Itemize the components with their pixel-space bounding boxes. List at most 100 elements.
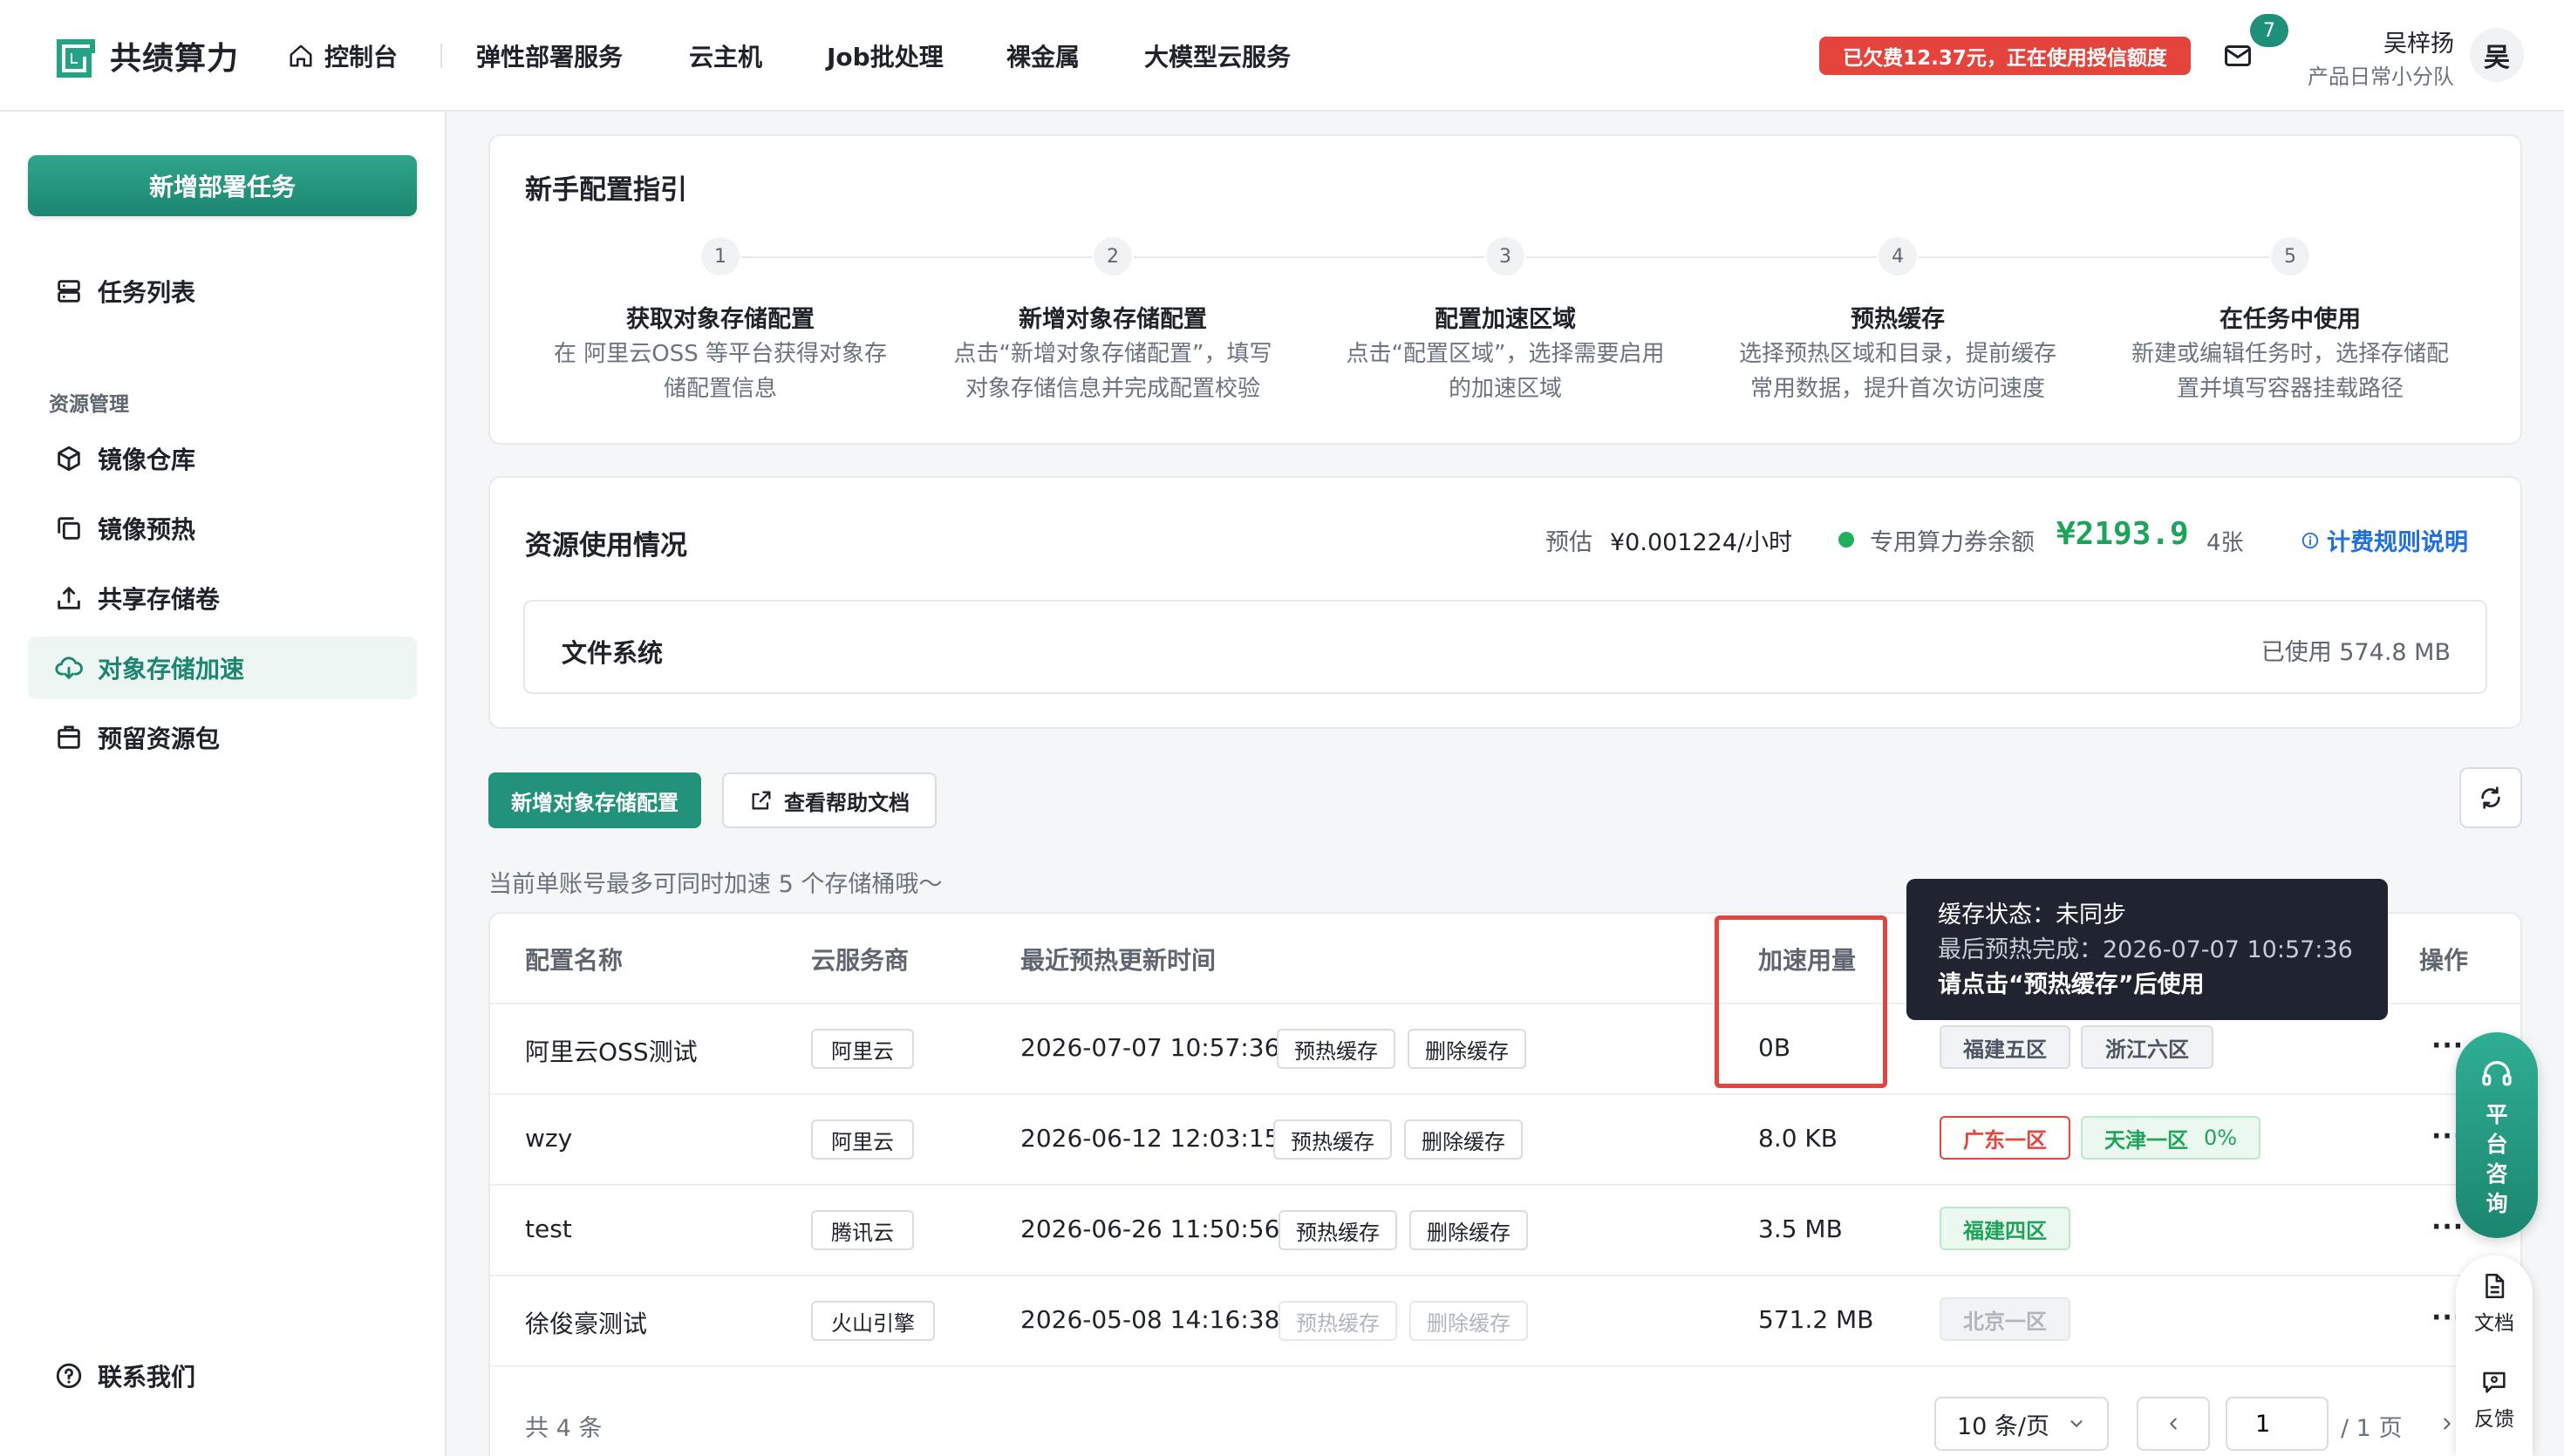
step-description: 点击“配置区域”，选择需要启用 的加速区域 [1346,341,1665,402]
nav-bare-metal[interactable]: 裸金属 [1006,38,1080,73]
sidebar-item-contact[interactable]: 联系我们 [28,1344,417,1407]
warm-time: 2026-07-07 10:57:36 [1020,1033,1280,1062]
warm-cache-button[interactable]: 预热缓存 [1279,1210,1397,1250]
voucher-count: 4张 [2206,530,2244,556]
step-title: 获取对象存储配置 [626,306,815,333]
config-name: test [525,1214,572,1243]
delete-cache-button[interactable]: 删除缓存 [1408,1029,1526,1069]
sidebar-item-image-repo[interactable]: 镜像仓库 [28,427,417,490]
arrears-badge[interactable]: 已欠费12.37元，正在使用授信额度 [1819,37,2191,75]
sidebar-item-object-storage-accel[interactable]: 对象存储加速 [28,636,417,699]
delete-cache-button[interactable]: 删除缓存 [1404,1119,1523,1160]
zone-progress: 0% [2203,1126,2238,1150]
column-header-name: 配置名称 [525,946,624,975]
step-title: 新增对象存储配置 [1019,306,1207,333]
help-docs-button[interactable]: 查看帮助文档 [722,772,937,828]
cube-icon [58,446,80,472]
help-circle-icon [56,1363,82,1389]
nav-elastic-deploy[interactable]: 弹性部署服务 [476,38,623,73]
warm-cache-button[interactable]: 预热缓存 [1277,1029,1395,1069]
accel-usage: 3.5 MB [1758,1214,1843,1243]
delete-cache-button-disabled: 删除缓存 [1409,1301,1528,1341]
step-title: 预热缓存 [1851,306,1945,333]
chevron-left-icon [2170,1418,2177,1430]
usage-title: 资源使用情况 [525,530,687,561]
row-divider [490,1275,2520,1276]
feedback-icon [2483,1371,2506,1393]
billing-rules-link[interactable]: 计费规则说明 [2301,523,2468,557]
zone-tag[interactable]: 广东一区 [1940,1116,2070,1160]
filesystem-used: 已使用 574.8 MB [2261,639,2451,666]
sidebar-item-shared-volume[interactable]: 共享存储卷 [28,567,417,629]
logo-text[interactable]: 共绩算力 [110,33,239,78]
column-header-actions: 操作 [2419,946,2469,975]
page-number-input[interactable] [2226,1397,2329,1451]
document-icon [2486,1273,2505,1299]
warm-time: 2026-06-12 12:03:15 [1020,1124,1280,1153]
usage-highlight-box [1715,915,1887,1088]
feedback-label: 反馈 [2474,1408,2514,1431]
status-dot-icon [1838,532,1854,548]
delete-cache-button[interactable]: 删除缓存 [1409,1210,1528,1250]
row-divider [490,1365,2520,1367]
cloud-download-icon [55,657,83,679]
step-title: 配置加速区域 [1435,306,1576,333]
external-link-icon [752,791,771,810]
new-task-button[interactable]: 新增部署任务 [28,155,417,216]
step-description: 在 阿里云OSS 等平台获得对象存 储配置信息 [553,341,887,402]
consult-label: 平台咨询 [2486,1102,2508,1216]
sidebar-item-label: 镜像预热 [98,515,196,544]
logo-icon[interactable] [54,37,98,80]
sidebar-item-label: 镜像仓库 [98,446,196,474]
step-connector [1919,256,2269,258]
refresh-button[interactable] [2459,767,2522,828]
sidebar-item-reserved-package[interactable]: 预留资源包 [28,706,417,769]
zone-tag[interactable]: 福建五区 [1940,1025,2070,1069]
server-icon [58,280,80,303]
row-divider [490,1184,2520,1186]
mail-count-badge: 7 [2250,14,2288,47]
step-number: 2 [1094,237,1132,276]
add-object-storage-button[interactable]: 新增对象存储配置 [488,772,701,828]
step-connector [1134,256,1484,258]
user-name[interactable]: 吴梓扬 [2383,24,2454,58]
prev-page-button[interactable] [2137,1397,2210,1451]
step-description: 新建或编辑任务时，选择存储配 置并填写容器挂载路径 [2131,341,2449,402]
platform-consult-button[interactable]: 平台咨询 [2456,1032,2538,1238]
chevron-down-icon [2070,1420,2083,1427]
sidebar-group-title: 资源管理 [49,393,129,416]
nav-console[interactable]: 控制台 [288,35,398,77]
avatar[interactable]: 吴 [2470,28,2524,82]
nav-llm-service[interactable]: 大模型云服务 [1144,38,1291,73]
step-number: 4 [1879,237,1917,276]
sidebar-item-task-list[interactable]: 任务列表 [28,260,417,323]
cache-status-tooltip: 缓存状态：未同步 最后预热完成：2026-07-07 10:57:36 请点击“… [1906,879,2388,1020]
warm-time: 2026-06-26 11:50:56 [1020,1214,1280,1243]
step-title: 在任务中使用 [2220,306,2361,333]
zone-tag[interactable]: 北京一区 [1940,1297,2070,1341]
sidebar-item-image-warmup[interactable]: 镜像预热 [28,497,417,560]
page-size-label: 10 条/页 [1956,1412,2050,1440]
nav-console-label: 控制台 [324,43,399,71]
docs-button[interactable]: 文档 [2456,1255,2533,1351]
nav-job-batch[interactable]: Job批处理 [827,38,944,73]
refresh-icon [2481,786,2500,809]
nav-cloud-host[interactable]: 云主机 [689,38,762,73]
step-connector [741,256,1092,258]
zone-tag[interactable]: 浙江六区 [2081,1025,2213,1069]
sidebar-item-label: 联系我们 [98,1363,196,1391]
docs-label: 文档 [2474,1312,2514,1335]
help-docs-label: 查看帮助文档 [784,790,910,815]
page-size-select[interactable]: 10 条/页 [1934,1397,2109,1451]
zone-tag[interactable]: 福建四区 [1940,1207,2070,1250]
chevron-right-icon [2444,1418,2451,1430]
mail-icon[interactable] [2222,40,2254,71]
zone-tag-with-progress[interactable]: 天津一区 0% [2081,1116,2261,1160]
package-icon [58,725,80,749]
sidebar-item-label: 任务列表 [98,278,196,307]
column-header-provider: 云服务商 [811,946,910,975]
feedback-button[interactable]: 反馈 [2456,1355,2533,1451]
sidebar-item-label: 预留资源包 [98,725,221,753]
warm-cache-button[interactable]: 预热缓存 [1273,1119,1392,1160]
estimate-value: ¥0.001224/小时 [1610,529,1793,556]
